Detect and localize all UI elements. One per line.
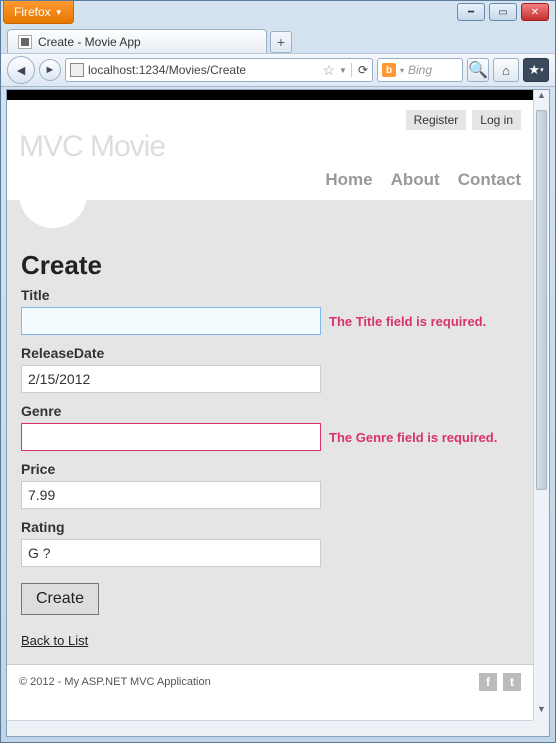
browser-tab[interactable]: Create - Movie App [7,29,267,53]
minimize-button[interactable]: ━ [457,3,485,21]
dropdown-icon[interactable]: ▾ [400,66,404,75]
facebook-icon[interactable]: f [479,673,497,691]
browser-window: Firefox ▼ ━ ▭ ✕ Create - Movie App + ◄ ►… [0,0,556,743]
url-text: localhost:1234/Movies/Create [88,63,318,77]
title-error: The Title field is required. [329,314,486,329]
login-link[interactable]: Log in [472,110,521,130]
genre-error: The Genre field is required. [329,430,497,445]
home-button[interactable]: ⌂ [493,58,519,82]
main-nav: Home About Contact [325,164,521,200]
page-heading: Create [21,250,519,281]
price-input[interactable] [21,481,321,509]
releasedate-input[interactable] [21,365,321,393]
create-button[interactable]: Create [21,583,99,615]
genre-input[interactable] [21,423,321,451]
nav-about[interactable]: About [391,170,440,190]
scroll-down-icon[interactable]: ▼ [534,704,549,720]
back-to-list-link[interactable]: Back to List [21,633,88,648]
field-genre: Genre The Genre field is required. [21,403,519,451]
genre-label: Genre [21,403,519,419]
register-link[interactable]: Register [406,110,467,130]
search-go-button[interactable]: 🔍 [467,58,489,82]
window-controls: ━ ▭ ✕ [451,1,555,23]
field-title: Title The Title field is required. [21,287,519,335]
scrollbar-thumb[interactable] [536,110,547,490]
firefox-menu-button[interactable]: Firefox ▼ [3,1,74,24]
nav-home[interactable]: Home [325,170,372,190]
site-header: Register Log in MVC Movie Home About Con… [7,100,533,200]
favicon-icon [18,35,32,49]
back-button[interactable]: ◄ [7,56,35,84]
field-rating: Rating [21,519,519,567]
search-bar[interactable]: b ▾ Bing [377,58,463,82]
reload-icon[interactable]: ⟳ [351,63,368,77]
main: Create Title The Title field is required… [7,200,533,664]
titlebar: Firefox ▼ ━ ▭ ✕ [1,1,555,27]
account-links: Register Log in [406,110,521,130]
scrollbar-corner [533,720,549,736]
vertical-scrollbar[interactable]: ▲ ▼ [533,90,549,720]
nav-contact[interactable]: Contact [458,170,521,190]
firefox-label: Firefox [14,5,51,19]
site-footer: © 2012 - My ASP.NET MVC Application f t [7,664,533,699]
title-label: Title [21,287,519,303]
field-price: Price [21,461,519,509]
twitter-icon[interactable]: t [503,673,521,691]
close-button[interactable]: ✕ [521,3,549,21]
bookmarks-menu-button[interactable]: ★▾ [523,58,549,82]
top-band [7,90,533,100]
scroll-up-icon[interactable]: ▲ [534,90,549,106]
chevron-down-icon: ▼ [55,8,63,17]
forward-button[interactable]: ► [39,59,61,81]
search-placeholder: Bing [408,63,432,77]
horizontal-scrollbar[interactable] [7,720,533,736]
rating-label: Rating [21,519,519,535]
url-bar[interactable]: localhost:1234/Movies/Create ☆ ▼ ⟳ [65,58,373,82]
site-logo[interactable]: MVC Movie [19,130,521,164]
copyright-text: © 2012 - My ASP.NET MVC Application [19,676,211,688]
maximize-button[interactable]: ▭ [489,3,517,21]
social-icons: f t [479,673,521,691]
bookmark-star-icon[interactable]: ☆ [322,62,335,79]
page-content: Register Log in MVC Movie Home About Con… [7,90,533,720]
tab-title: Create - Movie App [38,35,141,49]
bing-icon: b [382,63,396,77]
viewport: Register Log in MVC Movie Home About Con… [6,89,550,737]
price-label: Price [21,461,519,477]
new-tab-button[interactable]: + [270,31,292,53]
title-input[interactable] [21,307,321,335]
navbar: ◄ ► localhost:1234/Movies/Create ☆ ▼ ⟳ b… [1,53,555,87]
site-identity-icon [70,63,84,77]
field-releasedate: ReleaseDate [21,345,519,393]
releasedate-label: ReleaseDate [21,345,519,361]
rating-input[interactable] [21,539,321,567]
dropdown-icon[interactable]: ▼ [339,66,347,75]
tabstrip: Create - Movie App + [1,27,555,53]
